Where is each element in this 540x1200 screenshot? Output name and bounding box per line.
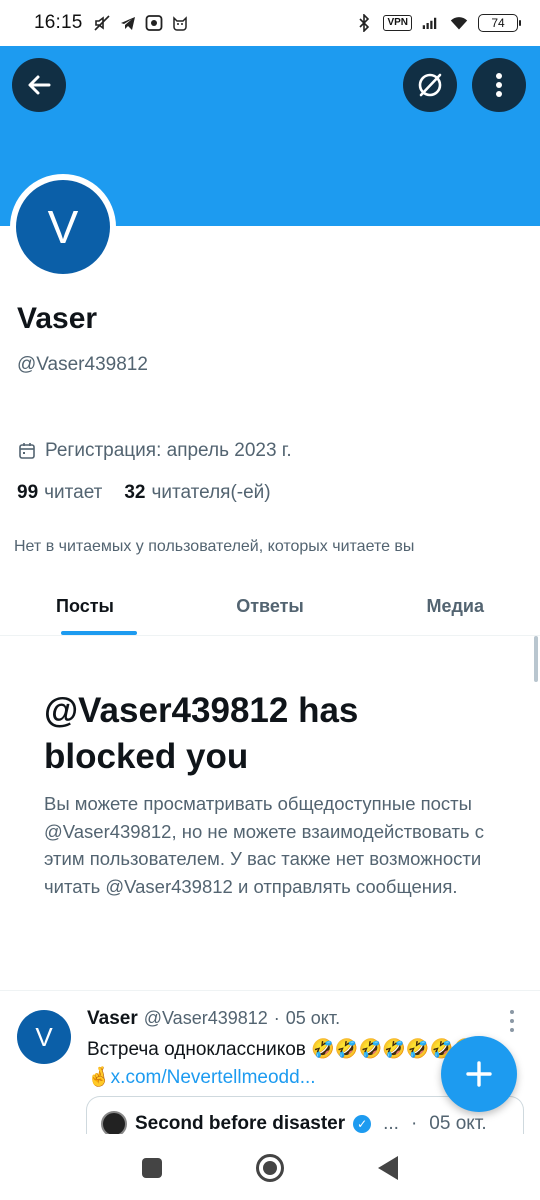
following-count: 99 <box>17 482 39 503</box>
followers-label: читателя(-ей) <box>151 482 271 503</box>
divider <box>0 990 540 991</box>
follow-stats: 99 читает 32 читателя(-ей) <box>17 482 271 504</box>
wifi-icon <box>450 14 468 32</box>
post-link[interactable]: x.com/Nevertellmeodd... <box>111 1067 316 1088</box>
home-dot-icon <box>263 1161 277 1175</box>
status-bar: 16:15 VPN 74 <box>0 0 540 46</box>
tab-replies[interactable]: Ответы <box>199 578 342 635</box>
arrow-left-icon <box>28 75 51 95</box>
system-navigation-bar <box>0 1134 540 1200</box>
profile-display-name: Vaser <box>17 302 98 335</box>
more-options-button[interactable] <box>472 58 526 112</box>
system-back-button[interactable] <box>378 1156 398 1180</box>
compose-post-button[interactable] <box>441 1036 517 1112</box>
profile-tabs: Посты Ответы Медиа <box>0 578 540 636</box>
signal-icon <box>422 14 440 32</box>
camera-app-icon <box>145 14 163 32</box>
plus-icon <box>466 1061 492 1087</box>
cat-app-icon <box>171 14 189 32</box>
no-sync-button[interactable] <box>403 58 457 112</box>
followers-link[interactable]: 32 читателя(-ей) <box>124 482 270 504</box>
followers-count: 32 <box>124 482 146 503</box>
post-author-name[interactable]: Vaser <box>87 1008 138 1030</box>
back-button[interactable] <box>12 58 66 112</box>
battery-indicator: 74 <box>478 14 521 32</box>
following-label: читает <box>44 482 103 503</box>
post-separator: · <box>273 1008 280 1028</box>
post-date[interactable]: 05 окт. <box>286 1008 340 1029</box>
quoted-post-separator: · <box>410 1112 418 1134</box>
bluetooth-icon <box>355 14 373 32</box>
verified-badge-icon: ✓ <box>353 1114 372 1133</box>
telegram-icon <box>119 14 137 32</box>
circle-slash-icon <box>418 73 442 97</box>
following-link[interactable]: 99 читает <box>17 482 102 504</box>
profile-avatar-frame: V <box>10 174 116 280</box>
profile-handle: @Vaser439812 <box>17 354 148 375</box>
post-more-icon[interactable] <box>505 1010 519 1032</box>
home-button[interactable] <box>256 1154 284 1182</box>
blocked-title: @Vaser439812 has blocked you <box>44 691 359 776</box>
scrollbar[interactable] <box>534 636 538 682</box>
tab-media[interactable]: Медиа <box>341 578 540 635</box>
quoted-post-author-name: Second before disaster <box>135 1112 346 1134</box>
no-common-followers-text: Нет в читаемых у пользователей, которых … <box>14 538 415 555</box>
vpn-badge: VPN <box>383 15 412 31</box>
quoted-post-date: 05 окт. <box>429 1112 487 1134</box>
tab-posts[interactable]: Посты <box>0 578 199 635</box>
mute-icon <box>93 14 111 32</box>
status-time: 16:15 <box>34 12 83 33</box>
joined-date: Регистрация: апрель 2023 г. <box>17 440 292 462</box>
vertical-dots-icon <box>496 73 502 97</box>
post-author-handle[interactable]: @Vaser439812 <box>144 1008 268 1029</box>
post-avatar[interactable]: V <box>17 1010 71 1064</box>
calendar-icon <box>19 443 35 459</box>
post-header: Vaser @Vaser439812 · 05 окт. <box>87 1008 340 1030</box>
blocked-description: Вы можете просматривать общедоступные по… <box>44 793 484 897</box>
quoted-post-ellipsis: ... <box>383 1112 399 1134</box>
joined-date-text: Регистрация: апрель 2023 г. <box>45 440 292 461</box>
recents-button[interactable] <box>142 1158 162 1178</box>
quoted-post-avatar <box>101 1110 127 1137</box>
avatar[interactable]: V <box>16 180 110 274</box>
post-emoji: 🤞 <box>87 1067 111 1088</box>
